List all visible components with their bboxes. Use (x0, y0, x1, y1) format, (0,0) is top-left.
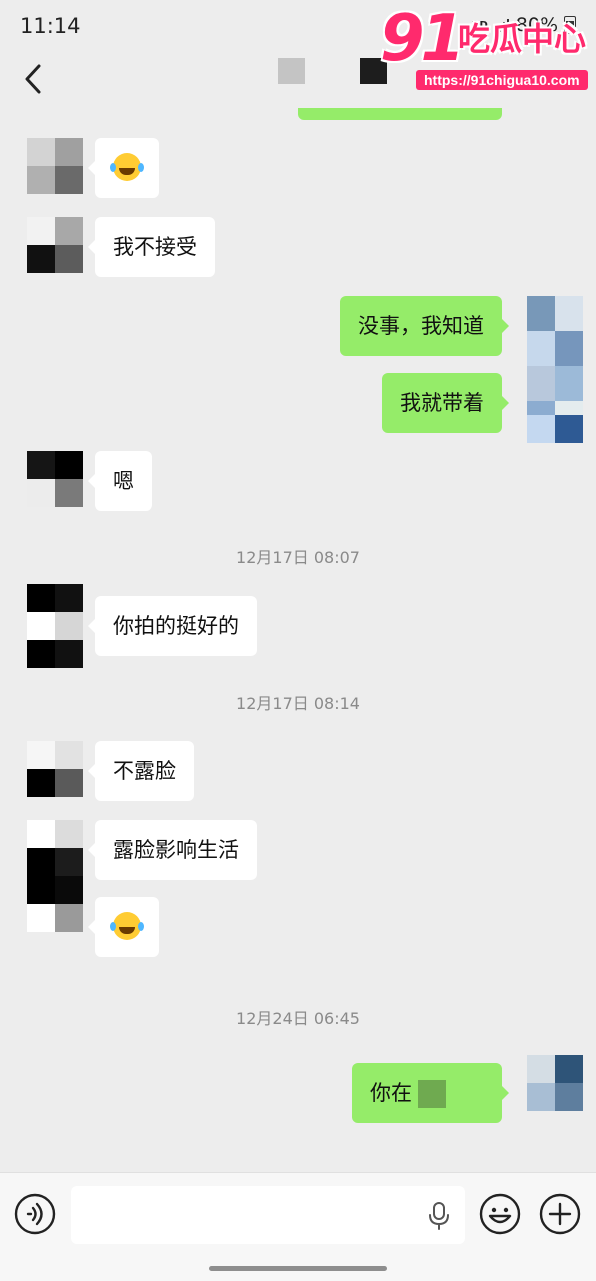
avatar[interactable] (27, 451, 83, 507)
back-button[interactable] (18, 62, 50, 96)
avatar[interactable] (27, 584, 83, 668)
avatar[interactable] (27, 138, 83, 194)
home-indicator (209, 1266, 387, 1271)
redaction-block (418, 1080, 446, 1108)
avatar[interactable] (27, 217, 83, 273)
watermark-brand: 吃瓜中心 (458, 20, 587, 58)
message-bubble-incoming[interactable]: 嗯 (88, 451, 152, 511)
mic-icon[interactable] (427, 1201, 451, 1231)
message-bubble-incoming[interactable] (88, 138, 159, 198)
voice-icon (26, 1202, 43, 1226)
message-bubble-incoming[interactable] (88, 897, 159, 957)
plus-button[interactable] (539, 1193, 581, 1235)
voice-button[interactable] (14, 1193, 56, 1235)
smiley-icon (479, 1193, 521, 1235)
input-bar (0, 1172, 596, 1281)
watermark-number: 91 (380, 2, 465, 76)
message-text: 你在 (370, 1081, 412, 1105)
avatar[interactable] (27, 741, 83, 797)
message-bubble-incoming[interactable]: 露脸影响生活 (88, 820, 257, 880)
status-time: 11:14 (20, 14, 81, 38)
message-bubble-outgoing[interactable]: 我就带着 (382, 373, 509, 433)
message-input[interactable] (71, 1186, 465, 1244)
avatar[interactable] (27, 820, 83, 932)
message-bubble-incoming[interactable]: 不露脸 (88, 741, 194, 801)
avatar-continued (527, 415, 583, 443)
emoji-button[interactable] (479, 1193, 521, 1235)
laughing-tears-emoji-icon (110, 912, 141, 940)
contact-name-redacted (278, 58, 387, 84)
message-bubble-incoming[interactable]: 我不接受 (88, 217, 215, 277)
timestamp: 12月17日 08:14 (236, 694, 360, 713)
message-bubble-outgoing[interactable]: 你在 (352, 1063, 509, 1123)
chevron-left-icon (25, 64, 41, 94)
message-bubble-outgoing[interactable]: 没事，我知道 (340, 296, 509, 356)
message-bubble-partial[interactable] (298, 108, 502, 120)
message-list[interactable]: 我不接受 没事，我知道 我就带着 嗯 12月17日 08:07 你拍的挺好的 1… (0, 108, 596, 1172)
timestamp: 12月24日 06:45 (236, 1009, 360, 1028)
redaction-block (278, 58, 305, 84)
message-bubble-incoming[interactable]: 你拍的挺好的 (88, 596, 257, 656)
laughing-tears-emoji-icon (110, 153, 141, 181)
watermark-url: https://91chigua10.com (416, 70, 588, 90)
timestamp: 12月17日 08:07 (236, 548, 360, 567)
watermark-logo: 91 吃瓜中心 https://91chigua10.com (378, 2, 588, 98)
avatar[interactable] (527, 1055, 583, 1111)
